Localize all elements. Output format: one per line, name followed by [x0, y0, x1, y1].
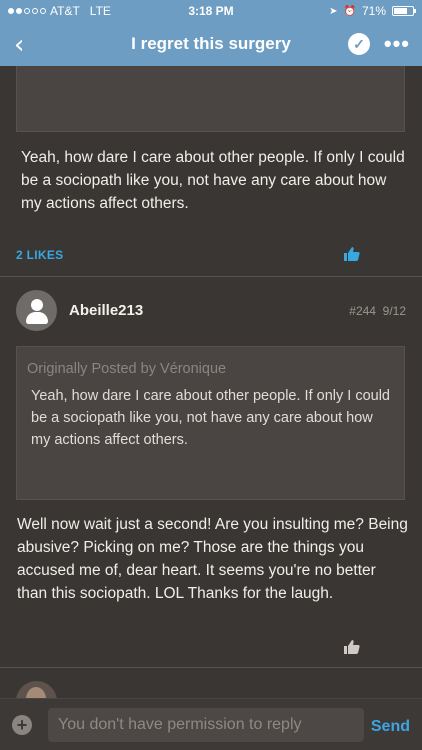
- thread-content[interactable]: Yeah, how dare I care about other people…: [0, 66, 422, 698]
- plus-icon[interactable]: +: [12, 715, 32, 735]
- post-number: #244 9/12: [349, 304, 406, 318]
- reply-bar: + You don't have permission to reply Sen…: [0, 698, 422, 750]
- post-date: 9/12: [382, 304, 406, 318]
- battery-icon: [392, 6, 416, 16]
- more-icon[interactable]: •••: [384, 31, 410, 57]
- navigation-bar: ‹ I regret this surgery ✓ •••: [0, 22, 422, 66]
- alarm-icon: ⏰: [343, 5, 356, 17]
- check-icon[interactable]: ✓: [348, 33, 370, 55]
- thread-title: I regret this surgery: [131, 34, 291, 53]
- post-divider: [0, 667, 422, 668]
- thumbs-up-icon[interactable]: [344, 640, 360, 654]
- signal-dots-icon: [8, 8, 46, 14]
- thumbs-up-icon[interactable]: [344, 247, 360, 261]
- status-bar: AT&T LTE 3:18 PM ➤ ⏰ 71%: [0, 0, 422, 22]
- quote-text: Yeah, how dare I care about other people…: [31, 388, 390, 448]
- user-avatar-icon[interactable]: [16, 290, 57, 331]
- battery-percent: 71%: [361, 4, 386, 18]
- quote-block: Originally Posted by Véronique Yeah, how…: [16, 346, 405, 500]
- location-icon: ➤: [329, 5, 338, 17]
- post-body: Yeah, how dare I care about other people…: [21, 149, 405, 212]
- likes-count[interactable]: 2 LIKES: [16, 248, 63, 262]
- back-icon[interactable]: ‹: [14, 30, 24, 60]
- reply-input[interactable]: You don't have permission to reply: [48, 708, 364, 742]
- post-divider: [0, 276, 422, 277]
- carrier: AT&T: [50, 4, 80, 18]
- post-id: #244: [349, 304, 376, 318]
- quote-block: [16, 66, 405, 132]
- status-left: AT&T LTE: [8, 4, 329, 18]
- username[interactable]: Abeille213: [69, 302, 143, 319]
- status-right: ➤ ⏰ 71%: [329, 4, 416, 18]
- network-type: LTE: [89, 4, 111, 18]
- post-body: Well now wait just a second! Are you ins…: [17, 516, 408, 602]
- quote-attribution: Originally Posted by Véronique: [27, 361, 227, 377]
- send-button[interactable]: Send: [371, 718, 410, 736]
- user-avatar-icon[interactable]: [16, 681, 57, 698]
